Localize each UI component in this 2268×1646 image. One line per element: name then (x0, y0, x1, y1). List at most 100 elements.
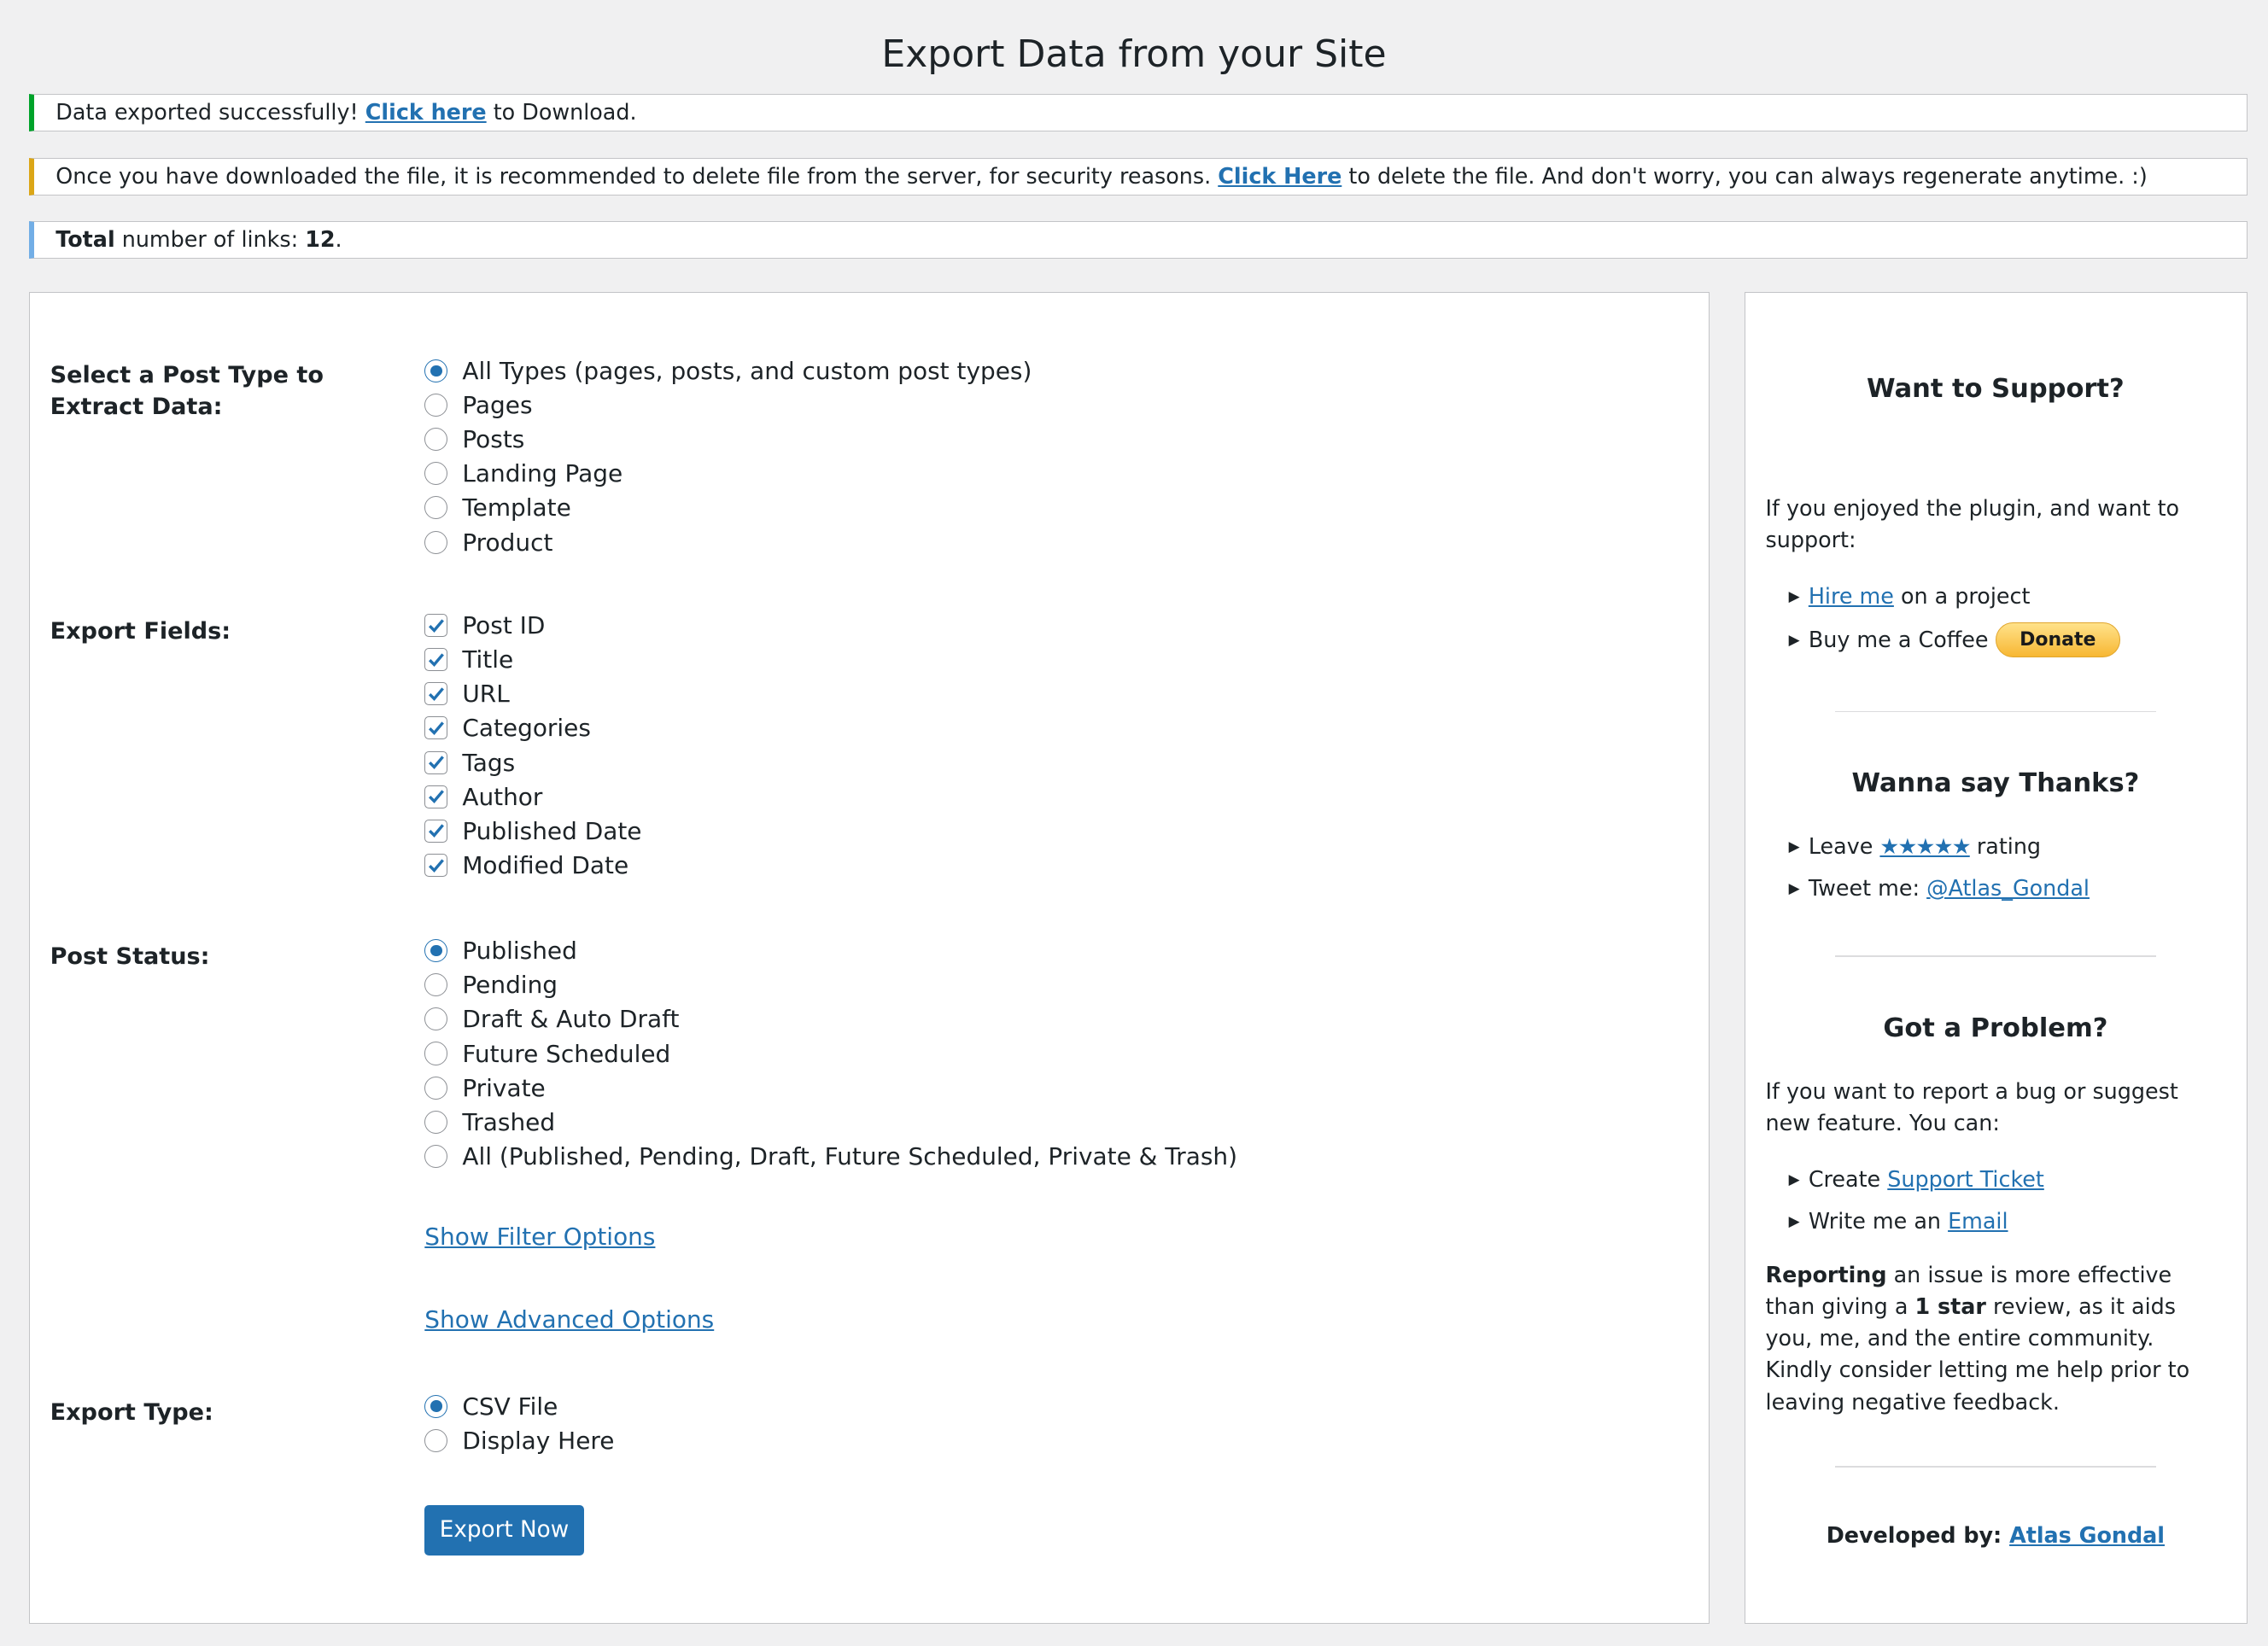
warning-notice: Once you have downloaded the file, it is… (28, 157, 2248, 196)
post-type-option[interactable]: Landing Page (424, 457, 1032, 491)
checkbox[interactable] (424, 750, 448, 774)
checkbox[interactable] (424, 853, 448, 878)
post-status-option[interactable]: Pending (424, 968, 1237, 1002)
twitter-handle-link[interactable]: @Atlas_Gondal (1926, 873, 2090, 904)
checkbox[interactable] (424, 819, 448, 843)
option-label: URL (462, 680, 510, 709)
radio-button[interactable] (424, 1007, 448, 1031)
option-label: Categories (462, 714, 591, 743)
hire-after-text: on a project (1893, 583, 2031, 610)
email-link[interactable]: Email (1948, 1205, 2008, 1237)
export-now-button[interactable]: Export Now (424, 1504, 584, 1556)
radio-button[interactable] (424, 939, 448, 963)
export-type-option[interactable]: Display Here (424, 1423, 614, 1457)
radio-button[interactable] (424, 1144, 448, 1168)
radio-button[interactable] (424, 393, 448, 417)
bullet-triangle-icon: ▶ (1788, 1170, 1800, 1188)
donate-button[interactable]: Donate (1995, 622, 2120, 657)
radio-button[interactable] (424, 462, 448, 486)
checkbox[interactable] (424, 785, 448, 808)
post-status-option[interactable]: Published (424, 934, 1237, 968)
divider (1834, 1465, 2156, 1468)
support-heading: Want to Support? (1867, 374, 2125, 404)
option-label: Pages (462, 391, 533, 419)
developed-by: Developed by: Atlas Gondal (1745, 1522, 2246, 1548)
post-status-option[interactable]: All (Published, Pending, Draft, Future S… (424, 1139, 1237, 1173)
export-field-option[interactable]: Published Date (424, 814, 642, 848)
post-status-option[interactable]: Private (424, 1071, 1237, 1105)
option-label: Trashed (462, 1107, 556, 1136)
post-type-option[interactable]: Template (424, 491, 1032, 525)
thanks-heading: Wanna say Thanks? (1851, 768, 2140, 799)
success-notice-text: Data exported successfully! (56, 99, 365, 125)
email-item: ▶ Write me an Email (1789, 1205, 2008, 1237)
export-field-option[interactable]: Modified Date (424, 848, 641, 882)
export-field-option[interactable]: Categories (424, 711, 641, 745)
export-field-option[interactable]: Tags (424, 745, 641, 779)
post-status-option[interactable]: Future Scheduled (424, 1036, 1237, 1071)
radio-button[interactable] (424, 1428, 448, 1452)
bullet-triangle-icon: ▶ (1788, 838, 1800, 855)
delete-file-link[interactable]: Click Here (1218, 163, 1342, 189)
radio-button[interactable] (424, 1076, 448, 1100)
reporting-bold: Reporting (1765, 1261, 1887, 1287)
problem-text: If you want to report a bug or suggest n… (1765, 1077, 2178, 1135)
problem-heading: Got a Problem? (1883, 1013, 2108, 1043)
export-type-label: Export Type: (50, 1398, 213, 1426)
one-star-bold: 1 star (1914, 1293, 1986, 1319)
checkbox[interactable] (424, 682, 448, 706)
radio-button[interactable] (424, 496, 448, 520)
show-advanced-options-link[interactable]: Show Advanced Options (424, 1305, 714, 1334)
checkbox[interactable] (424, 648, 448, 672)
info-notice: Total number of links: 12. (28, 221, 2248, 260)
radio-button[interactable] (424, 1110, 448, 1134)
radio-button[interactable] (424, 973, 448, 997)
hire-me-item: ▶ Hire me on a project (1789, 581, 2031, 612)
support-sidebar: Want to Support? If you enjoyed the plug… (1744, 292, 2248, 1625)
post-type-option[interactable]: Pages (424, 388, 1032, 422)
checkbox[interactable] (424, 716, 448, 740)
option-label: Posts (462, 425, 525, 454)
post-status-option[interactable]: Trashed (424, 1105, 1237, 1139)
success-notice-text-after: to Download. (486, 99, 637, 125)
radio-button[interactable] (424, 1042, 448, 1065)
post-status-option[interactable]: Draft & Auto Draft (424, 1002, 1237, 1036)
support-ticket-link[interactable]: Support Ticket (1887, 1164, 2044, 1195)
bullet-triangle-icon: ▶ (1788, 631, 1800, 649)
option-label: Future Scheduled (462, 1039, 671, 1068)
show-filter-options-link[interactable]: Show Filter Options (424, 1223, 655, 1251)
post-type-option[interactable]: All Types (pages, posts, and custom post… (424, 353, 1032, 388)
option-label: Private (462, 1073, 546, 1102)
post-status-options: Published Pending Draft & Auto Draft Fut… (424, 934, 1237, 1174)
five-star-rating-link[interactable]: ★★★★★ (1879, 831, 1971, 862)
export-field-option[interactable]: Post ID (424, 608, 641, 642)
option-label: Display Here (462, 1426, 615, 1455)
radio-button[interactable] (424, 1394, 448, 1418)
page-root: Export Data from your Site Data exported… (0, 0, 2268, 1646)
divider (1834, 710, 2156, 713)
download-link[interactable]: Click here (365, 99, 487, 125)
export-field-option[interactable]: URL (424, 677, 641, 711)
info-end: . (335, 226, 342, 253)
support-ticket-item: ▶ Create Support Ticket (1789, 1164, 2044, 1195)
info-text: number of links: (114, 226, 306, 253)
hire-me-link[interactable]: Hire me (1809, 581, 1894, 612)
post-type-option[interactable]: Product (424, 525, 1032, 559)
tweet-item: ▶ Tweet me: @Atlas_Gondal (1789, 873, 2090, 904)
developer-link[interactable]: Atlas Gondal (2009, 1522, 2165, 1548)
warning-notice-text: Once you have downloaded the file, it is… (56, 162, 1219, 189)
radio-button[interactable] (424, 428, 448, 452)
export-type-option[interactable]: CSV File (424, 1389, 614, 1423)
bullet-triangle-icon: ▶ (1788, 587, 1800, 605)
export-field-option[interactable]: Author (424, 779, 641, 814)
radio-button[interactable] (424, 359, 448, 382)
divider (1834, 954, 2156, 957)
checkbox[interactable] (424, 613, 448, 638)
developed-by-label: Developed by: (1826, 1521, 2010, 1548)
option-label: Title (462, 645, 514, 674)
radio-button[interactable] (424, 530, 448, 554)
post-type-option[interactable]: Posts (424, 423, 1032, 457)
post-status-label: Post Status: (50, 943, 210, 971)
export-field-option[interactable]: Title (424, 643, 641, 677)
export-type-options: CSV File Display Here (424, 1389, 614, 1457)
